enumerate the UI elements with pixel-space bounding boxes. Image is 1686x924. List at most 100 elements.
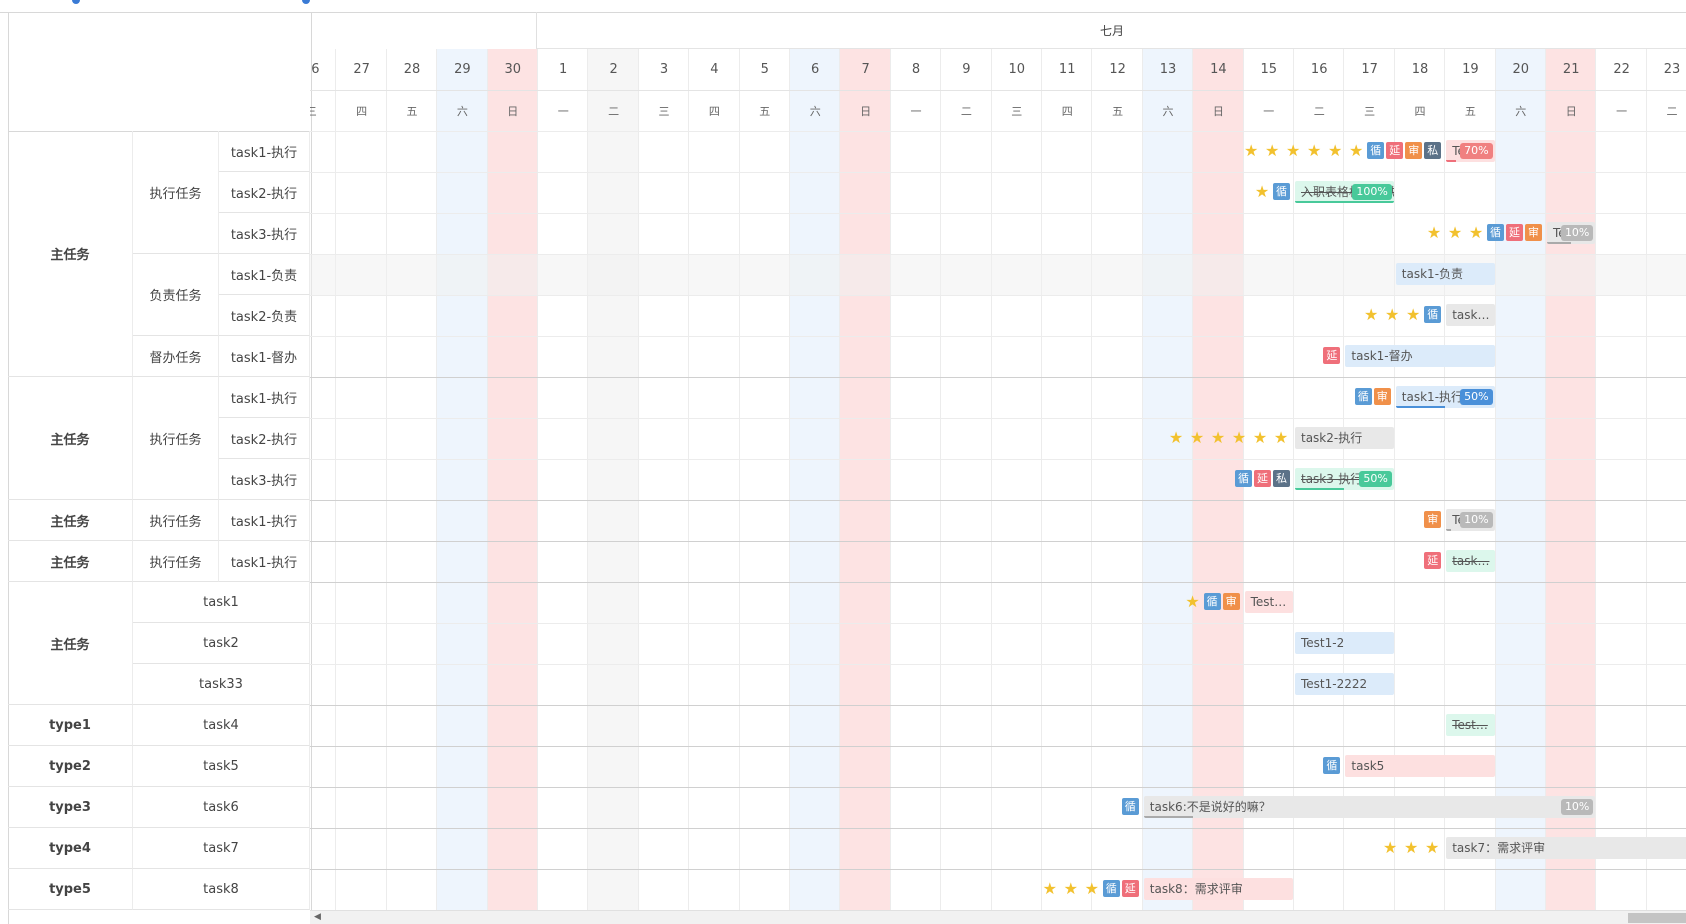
task-bar[interactable]: Test… [1446, 714, 1495, 736]
task-bar-label: task7：需求评审 [1452, 841, 1546, 855]
task-bar[interactable]: task5 [1345, 755, 1495, 777]
day-number: 23 [1646, 49, 1686, 91]
task-name-cell[interactable]: task7 [133, 828, 310, 869]
row-divider [310, 295, 1686, 296]
day-column [790, 49, 841, 924]
task-bar[interactable]: Test1-2 [1295, 632, 1394, 654]
task-name-cell[interactable]: task2-负责 [219, 295, 310, 336]
day-number: 9 [941, 49, 992, 91]
task-name-cell[interactable]: task1-执行 [219, 377, 310, 418]
status-badge: 私 [1273, 470, 1290, 487]
task-bar[interactable]: Test70% [1446, 140, 1495, 162]
group-cell[interactable]: type2 [8, 746, 133, 787]
group-cell[interactable]: 主任务 [8, 582, 133, 705]
task-bar[interactable]: task1-督办 [1345, 345, 1495, 367]
star-icon: ★ [1383, 838, 1398, 857]
task-name-cell[interactable]: task1 [133, 582, 310, 623]
status-badge: 私 [1424, 142, 1442, 159]
task-bar-label: task2-执行 [1301, 431, 1363, 445]
task-bar[interactable]: task1-负责 [1395, 263, 1495, 285]
group-cell[interactable]: type3 [8, 787, 133, 828]
task-bar[interactable]: task3-执行 50% [1295, 468, 1394, 490]
status-badge: 延 [1424, 552, 1442, 569]
task-name-cell[interactable]: task1-督办 [219, 336, 310, 377]
subgroup-cell[interactable]: 督办任务 [133, 336, 219, 377]
horizontal-scrollbar[interactable]: ◀ [310, 910, 1686, 924]
task-name-cell[interactable]: task4 [133, 705, 310, 746]
task-name-cell[interactable]: task1-执行 [219, 131, 310, 172]
task-name-cell[interactable]: task2 [133, 623, 310, 664]
scrollbar-thumb[interactable] [1628, 913, 1686, 923]
status-badge: 延 [1506, 224, 1523, 241]
task-bar[interactable]: Test1-2222 [1295, 673, 1394, 695]
day-number: 19 [1445, 49, 1496, 91]
weekday-label: 二 [1646, 90, 1686, 132]
subgroup-cell[interactable]: 负责任务 [133, 254, 219, 336]
group-cell[interactable]: 主任务 [8, 500, 133, 541]
task-name-cell[interactable]: task1-负责 [219, 254, 310, 295]
task-name-cell[interactable]: task2-执行 [219, 418, 310, 459]
task-name-cell[interactable]: task6 [133, 787, 310, 828]
star-icon: ★ [1328, 141, 1343, 160]
subgroup-cell[interactable]: 执行任务 [133, 131, 219, 254]
subgroup-cell[interactable]: 执行任务 [133, 500, 219, 541]
task-bar[interactable]: task1-执行 50% [1395, 386, 1495, 408]
task-name-cell[interactable]: task2-执行 [219, 172, 310, 213]
task-bar[interactable]: Test10% [1547, 222, 1596, 244]
day-number: 29 [437, 49, 488, 91]
task-bar[interactable]: task7：需求评审 [1446, 837, 1686, 859]
row-divider [310, 377, 1686, 378]
group-cell[interactable]: 主任务 [8, 131, 133, 377]
task-bar[interactable]: task2-执行 [1295, 427, 1394, 449]
star-icon: ★ [1385, 305, 1400, 324]
progress-badge: 70% [1460, 143, 1493, 159]
task-name-cell[interactable]: task3-执行 [219, 459, 310, 500]
group-cell[interactable]: type4 [8, 828, 133, 869]
star-icon: ★ [1231, 428, 1247, 447]
task-bar[interactable]: task6:不是说好的嘛？ 10% [1143, 796, 1596, 818]
toolbar-icon[interactable] [72, 0, 80, 4]
subgroup-cell[interactable]: 执行任务 [133, 541, 219, 582]
task-name-cell[interactable]: task8 [133, 869, 310, 910]
weekday-label: 三 [991, 90, 1042, 132]
subgroup-cell[interactable]: 执行任务 [133, 377, 219, 500]
day-number: 11 [1042, 49, 1093, 91]
task-name-cell[interactable]: task1-执行 [219, 541, 310, 582]
task-name-cell[interactable]: task1-执行 [219, 500, 310, 541]
task-bar[interactable]: Test10% [1446, 509, 1495, 531]
status-badge: 循 [1121, 798, 1139, 815]
star-icon: ★ [1084, 879, 1099, 898]
group-cell[interactable]: type5 [8, 869, 133, 910]
toolbar-icon[interactable] [302, 0, 310, 4]
group-cell[interactable]: 主任务 [8, 377, 133, 500]
task-bar[interactable]: task… [1446, 550, 1495, 572]
task-bar[interactable]: Test… [1244, 591, 1293, 613]
weekday-label: 一 [890, 90, 942, 132]
row-divider [310, 459, 1686, 460]
scroll-left-arrow-icon[interactable]: ◀ [314, 912, 321, 922]
row-divider [310, 336, 1686, 337]
day-number: 27 [336, 49, 387, 91]
task-name-cell[interactable]: task5 [133, 746, 310, 787]
day-number: 14 [1193, 49, 1244, 91]
task-bar[interactable]: task8：需求评审 [1143, 878, 1293, 900]
task-bar[interactable]: task… [1446, 304, 1495, 326]
day-column [336, 49, 387, 924]
day-column [891, 49, 942, 924]
star-icon: ★ [1252, 428, 1268, 447]
group-cell[interactable]: 主任务 [8, 541, 133, 582]
group-cell[interactable]: type1 [8, 705, 133, 746]
task-name-cell[interactable]: task33 [133, 664, 310, 705]
task-bar-label: task1-负责 [1401, 267, 1464, 281]
star-icon: ★ [1425, 838, 1440, 857]
progress-underline [1295, 488, 1345, 490]
task-name-cell[interactable]: task3-执行 [219, 213, 310, 254]
day-column [1092, 49, 1143, 924]
star-icon: ★ [1404, 838, 1419, 857]
task-bar[interactable]: 入职表格格式格式计100% [1295, 181, 1394, 203]
row-divider [310, 623, 1686, 624]
day-column [487, 49, 538, 924]
status-badge: 审 [1373, 388, 1391, 405]
gantt-timeline[interactable]: 七月 26三27四28五29六30日1一2二3三4四5五6六7日8一9二10三1… [310, 12, 1686, 924]
status-badge: 审 [1525, 224, 1542, 241]
